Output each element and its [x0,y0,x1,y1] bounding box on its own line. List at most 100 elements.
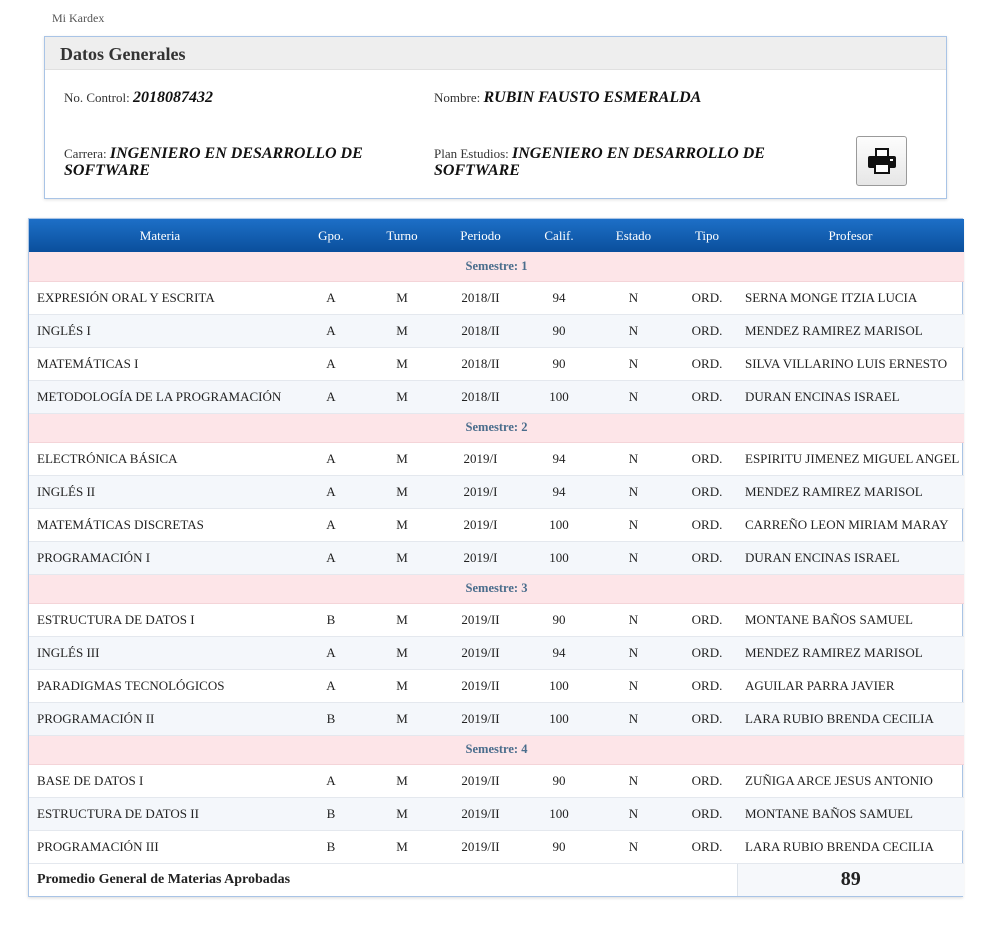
estado-cell: N [590,636,677,670]
profesor-cell: ESPIRITU JIMENEZ MIGUEL ANGEL [737,442,964,476]
semester-label: Semestre: 1 [29,252,964,282]
table-row: PROGRAMACIÓN I A M 2019/I 100 N ORD. DURAN ENCI… [29,541,964,575]
periodo-cell: 2019/I [433,508,528,542]
turno-cell: M [371,475,433,509]
career-value: INGENIERO EN DESARROLLO DE SOFTWARE [64,145,363,179]
materia-cell: BASE DE DATOS I [29,764,291,798]
calif-cell: 94 [528,281,590,315]
tipo-cell: ORD. [677,764,737,798]
estado-cell: N [590,380,677,414]
col-header-calif[interactable]: Calif. [528,219,590,252]
grupo-cell: A [291,636,371,670]
turno-cell: M [371,702,433,736]
calif-cell: 90 [528,830,590,864]
grupo-cell: A [291,442,371,476]
tipo-cell: ORD. [677,603,737,637]
kardex-table: Materia Gpo. Turno Periodo Calif. Estado… [29,219,964,896]
materia-cell: ESTRUCTURA DE DATOS I [29,603,291,637]
col-header-grupo[interactable]: Gpo. [291,219,371,252]
periodo-cell: 2019/I [433,442,528,476]
profesor-cell: SERNA MONGE ITZIA LUCIA [737,281,964,315]
table-row: METODOLOGÍA DE LA PROGRAMACIÓN A M 2018/II 1… [29,380,964,414]
estado-cell: N [590,603,677,637]
estado-cell: N [590,797,677,831]
table-row: BASE DE DATOS I A M 2019/II 90 N ORD. ZUÑIGA AR… [29,764,964,798]
estado-cell: N [590,541,677,575]
table-row: PARADIGMAS TECNOLÓGICOS A M 2019/II 100 N ORD.… [29,669,964,703]
turno-cell: M [371,508,433,542]
turno-cell: M [371,603,433,637]
tipo-cell: ORD. [677,797,737,831]
grupo-cell: A [291,314,371,348]
materia-cell: ELECTRÓNICA BÁSICA [29,442,291,476]
tipo-cell: ORD. [677,281,737,315]
materia-cell: ESTRUCTURA DE DATOS II [29,797,291,831]
semester-row: Semestre: 2 [29,413,964,443]
col-header-tipo[interactable]: Tipo [677,219,737,252]
estado-cell: N [590,764,677,798]
tipo-cell: ORD. [677,636,737,670]
col-header-materia[interactable]: Materia [29,219,291,252]
periodo-cell: 2018/II [433,380,528,414]
average-label: Promedio General de Materias Aprobadas [37,871,291,887]
periodo-cell: 2019/II [433,830,528,864]
profesor-cell: DURAN ENCINAS ISRAEL [737,380,964,414]
tipo-cell: ORD. [677,442,737,476]
turno-cell: M [371,347,433,381]
table-row: INGLÉS III A M 2019/II 94 N ORD. MENDEZ RAMIREZ… [29,636,964,670]
materia-cell: PROGRAMACIÓN II [29,702,291,736]
table-row: ESTRUCTURA DE DATOS II B M 2019/II 100 N ORD. M… [29,797,964,831]
turno-cell: M [371,764,433,798]
turno-cell: M [371,281,433,315]
profesor-cell: MONTANE BAÑOS SAMUEL [737,603,964,637]
materia-cell: INGLÉS III [29,636,291,670]
semester-row: Semestre: 4 [29,735,964,765]
table-row: INGLÉS II A M 2019/I 94 N ORD. MENDEZ RAMIREZ M… [29,475,964,509]
col-header-estado[interactable]: Estado [590,219,677,252]
profesor-cell: MENDEZ RAMIREZ MARISOL [737,475,964,509]
semester-label: Semestre: 4 [29,735,964,765]
calif-cell: 100 [528,541,590,575]
profesor-cell: LARA RUBIO BRENDA CECILIA [737,702,964,736]
calif-cell: 100 [528,508,590,542]
print-button[interactable] [856,136,907,186]
turno-cell: M [371,380,433,414]
table-row: PROGRAMACIÓN III B M 2019/II 90 N ORD. LARA RUB… [29,830,964,864]
kardex-table-panel: Materia Gpo. Turno Periodo Calif. Estado… [28,218,964,897]
control-number-value: 2018087432 [132,89,213,106]
estado-cell: N [590,281,677,315]
estado-cell: N [590,830,677,864]
calif-cell: 100 [528,702,590,736]
turno-cell: M [371,797,433,831]
grupo-cell: A [291,669,371,703]
periodo-cell: 2019/I [433,541,528,575]
materia-cell: PROGRAMACIÓN I [29,541,291,575]
tipo-cell: ORD. [677,669,737,703]
profesor-cell: LARA RUBIO BRENDA CECILIA [737,830,964,864]
estado-cell: N [590,442,677,476]
name-value: RUBIN FAUSTO ESMERALDA [483,89,702,106]
col-header-profesor[interactable]: Profesor [737,219,964,252]
table-header-row: Materia Gpo. Turno Periodo Calif. Estado… [29,219,964,252]
semester-row: Semestre: 1 [29,252,964,282]
grupo-cell: A [291,508,371,542]
turno-cell: M [371,830,433,864]
table-row: ELECTRÓNICA BÁSICA A M 2019/I 94 N ORD. ESPIRIT… [29,442,964,476]
col-header-periodo[interactable]: Periodo [433,219,528,252]
periodo-cell: 2018/II [433,347,528,381]
profesor-cell: SILVA VILLARINO LUIS ERNESTO [737,347,964,381]
calif-cell: 100 [528,669,590,703]
profesor-cell: ZUÑIGA ARCE JESUS ANTONIO [737,764,964,798]
estado-cell: N [590,508,677,542]
materia-cell: EXPRESIÓN ORAL Y ESCRITA [29,281,291,315]
materia-cell: INGLÉS II [29,475,291,509]
col-header-turno[interactable]: Turno [371,219,433,252]
materia-cell: PARADIGMAS TECNOLÓGICOS [29,669,291,703]
turno-cell: M [371,314,433,348]
periodo-cell: 2019/II [433,702,528,736]
tipo-cell: ORD. [677,508,737,542]
general-info-panel: Datos Generales No. Control: 2018087432 … [44,36,947,199]
materia-cell: INGLÉS I [29,314,291,348]
materia-cell: PROGRAMACIÓN III [29,830,291,864]
profesor-cell: DURAN ENCINAS ISRAEL [737,541,964,575]
